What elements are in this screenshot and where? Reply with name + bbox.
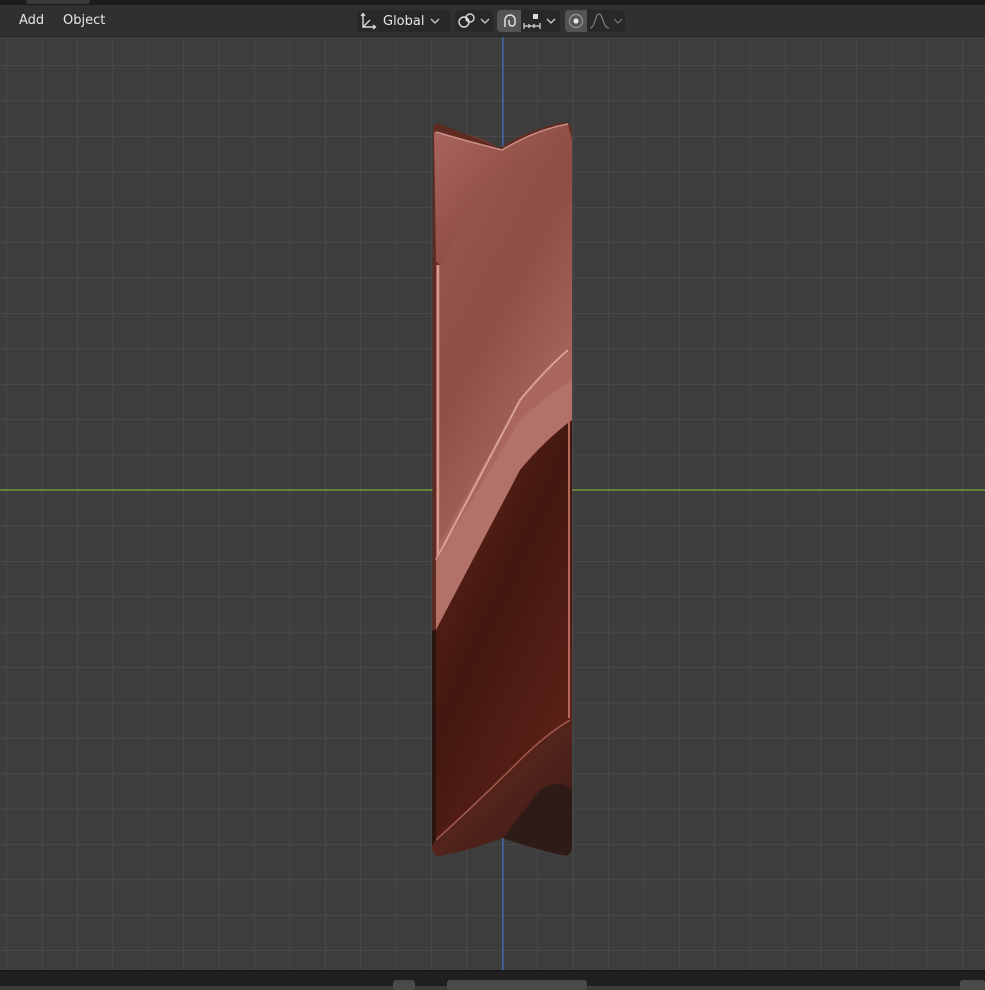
snap-toggle-button[interactable] [497, 10, 521, 32]
orientation-axes-icon [360, 12, 377, 30]
playback-control[interactable] [393, 980, 415, 990]
chevron-down-icon [431, 18, 440, 24]
transform-orientation-dropdown[interactable]: Global [357, 10, 450, 32]
chevron-down-icon [480, 18, 490, 24]
falloff-curve-icon[interactable] [587, 10, 613, 32]
proportional-editing-group [565, 10, 625, 32]
3d-viewport[interactable] [0, 37, 985, 970]
timeline-header [0, 970, 985, 990]
pivot-point-dropdown[interactable] [455, 10, 493, 32]
viewport-canvas[interactable] [0, 37, 985, 970]
chevron-down-icon[interactable] [613, 10, 623, 32]
playback-buttons[interactable] [447, 980, 587, 990]
chevron-down-icon[interactable] [545, 10, 557, 32]
snapping-group [497, 10, 560, 32]
active-workspace-tab[interactable] [26, 0, 90, 4]
orientation-label: Global [383, 13, 425, 29]
snap-increment-icon[interactable] [521, 10, 545, 32]
proportional-editing-icon [568, 13, 584, 29]
pivot-point-icon [458, 13, 475, 28]
frame-field[interactable] [960, 980, 985, 990]
object-menu[interactable]: Object [59, 11, 109, 31]
twisted-bar-mesh[interactable] [432, 122, 572, 856]
magnet-snap-icon [504, 14, 516, 27]
add-menu[interactable]: Add [15, 11, 48, 31]
proportional-editing-button[interactable] [565, 10, 587, 32]
viewport-header: Add Object Global [0, 5, 985, 37]
